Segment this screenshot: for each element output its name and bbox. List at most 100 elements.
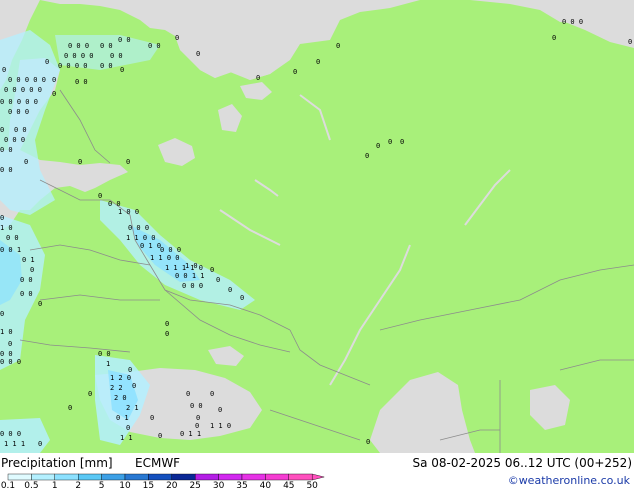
svg-text:2 0: 2 0 [114,394,127,402]
svg-text:0 0: 0 0 [0,146,13,154]
svg-text:0 0: 0 0 [98,350,111,358]
svg-text:0: 0 [366,438,370,446]
caspian-sea [370,372,475,453]
scale-swatch [288,473,313,481]
svg-text:0: 0 [316,58,320,66]
svg-text:0 0: 0 0 [190,402,203,410]
svg-text:0: 0 [120,66,124,74]
svg-text:1 1 1 1 0: 1 1 1 1 0 [165,264,203,272]
svg-text:1 1 0: 1 1 0 [210,422,231,430]
svg-text:0 0: 0 0 [108,200,121,208]
svg-text:0: 0 [228,286,232,294]
white-sea-bay [240,82,272,100]
svg-text:0: 0 [38,440,42,448]
svg-text:0: 0 [45,58,49,66]
svg-text:1 0 0: 1 0 0 [118,208,139,216]
svg-text:0: 0 [98,192,102,200]
svg-text:2 2: 2 2 [110,384,123,392]
svg-text:0 1 1: 0 1 1 [180,430,201,438]
scale-swatch [7,473,32,481]
svg-text:0 0: 0 0 [14,126,27,134]
svg-text:0: 0 [365,152,369,160]
lake-onega [218,104,242,132]
svg-text:0: 0 [293,68,297,76]
scale-swatch [265,473,289,481]
svg-text:0: 0 [186,390,190,398]
svg-text:0 1: 0 1 [22,256,35,264]
svg-text:0: 0 [2,66,6,74]
svg-text:1 2 0: 1 2 0 [110,374,131,382]
svg-text:0 0: 0 0 [148,42,161,50]
svg-text:0: 0 [0,214,4,222]
scale-swatch [124,473,149,481]
svg-text:0: 0 [126,158,130,166]
aral-sea [530,385,570,430]
svg-text:0 0 0: 0 0 0 [8,108,29,116]
svg-text:0 0 0 0: 0 0 0 0 [58,62,88,70]
svg-text:0: 0 [388,138,392,146]
svg-text:0 0: 0 0 [100,62,113,70]
svg-text:0: 0 [128,366,132,374]
svg-text:0: 0 [196,50,200,58]
scale-swatch [194,473,219,481]
svg-text:0: 0 [240,294,244,302]
svg-text:0 0 0: 0 0 0 [4,136,25,144]
rivers [219,94,511,386]
scale-swatch [171,473,196,481]
svg-text:0 0: 0 0 [20,290,33,298]
svg-text:0: 0 [175,34,179,42]
scale-swatch [148,473,172,481]
svg-text:0: 0 [0,310,4,318]
svg-text:0 1 0: 0 1 0 [140,242,161,250]
svg-text:0 0 0: 0 0 0 [68,42,89,50]
svg-text:0 0: 0 0 [75,78,88,86]
svg-text:0: 0 [132,382,136,390]
svg-text:0 0 0: 0 0 0 [0,430,21,438]
svg-text:0: 0 [216,276,220,284]
svg-text:0 0 0 0 0: 0 0 0 0 0 [4,86,42,94]
svg-text:0: 0 [150,414,154,422]
svg-text:0: 0 [126,424,130,432]
scale-swatch [241,473,266,481]
svg-text:0 0 0: 0 0 0 [0,358,21,366]
svg-text:0: 0 [30,266,34,274]
svg-text:0: 0 [78,158,82,166]
map-canvas: 0 0 00 00 00 00 0 0 0 00 0 0 0 0 00 00 0… [0,0,634,453]
svg-text:0: 0 [376,142,380,150]
svg-text:0 0 0: 0 0 0 [182,282,203,290]
scale-swatch [77,473,102,481]
svg-text:0 0 0: 0 0 0 [160,246,181,254]
weather-map: 0 0 00 00 00 00 0 0 0 00 0 0 0 0 00 00 0… [0,0,634,453]
svg-text:0: 0 [88,390,92,398]
svg-text:0: 0 [68,404,72,412]
svg-text:1 1: 1 1 [120,434,133,442]
svg-text:0: 0 [210,266,214,274]
svg-text:0 0 1: 0 0 1 [0,246,21,254]
scale-swatch [54,473,79,481]
svg-text:0: 0 [165,320,169,328]
svg-text:0: 0 [52,90,56,98]
svg-text:0: 0 [552,34,556,42]
svg-text:0: 0 [256,74,260,82]
svg-text:0 0: 0 0 [20,276,33,284]
svg-text:1 0: 1 0 [0,224,13,232]
sea-of-azov [208,346,244,366]
svg-text:0 1: 0 1 [116,414,129,422]
credit-link[interactable]: ©weatheronline.co.uk [508,474,630,488]
lake-ladoga [158,138,195,166]
svg-text:0 0 0: 0 0 0 [128,224,149,232]
svg-text:0 0: 0 0 [6,234,19,242]
svg-text:0: 0 [24,158,28,166]
svg-text:1 1 0 0: 1 1 0 0 [126,234,156,242]
scale-swatch [218,473,243,481]
svg-text:0: 0 [218,406,222,414]
svg-text:1: 1 [106,360,110,368]
legend-title: Precipitation [mm] [1,456,113,470]
color-scale [7,473,325,481]
svg-text:0 0: 0 0 [100,42,113,50]
svg-text:0 0: 0 0 [118,36,131,44]
svg-text:0: 0 [165,330,169,338]
svg-text:0: 0 [158,432,162,440]
scale-swatch [101,473,126,481]
svg-text:0 0: 0 0 [0,350,13,358]
